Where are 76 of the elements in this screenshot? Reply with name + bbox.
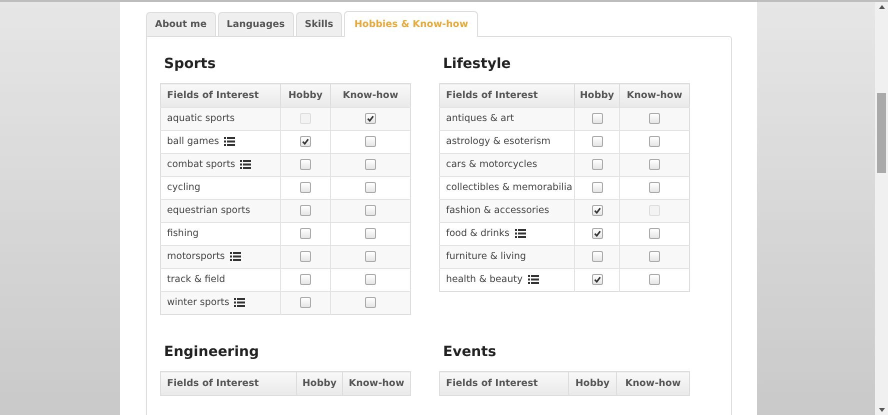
column-header: Know-how: [616, 372, 690, 396]
checkbox[interactable]: [365, 205, 376, 216]
checkbox[interactable]: [300, 274, 311, 286]
field-name: antiques & art: [446, 113, 514, 124]
checkbox[interactable]: [365, 182, 376, 194]
field-name: ball games: [167, 136, 220, 148]
column-header: Hobby: [280, 84, 330, 108]
checkbox[interactable]: [592, 274, 602, 286]
column-header: Fields of Interest: [440, 372, 568, 396]
field-name: furniture & living: [446, 251, 526, 262]
checkbox[interactable]: [300, 251, 311, 262]
scroll-thumb[interactable]: [877, 93, 886, 173]
checkbox[interactable]: [592, 228, 602, 240]
column-header: Fields of Interest: [440, 84, 574, 108]
field-name: fishing: [167, 228, 199, 240]
field-name: equestrian sports: [167, 205, 250, 216]
list-icon[interactable]: [230, 252, 241, 262]
column-header: Hobby: [296, 372, 342, 396]
checkbox[interactable]: [649, 136, 660, 148]
field-name: aquatic sports: [167, 113, 235, 124]
checkbox[interactable]: [592, 136, 602, 148]
field-name: health & beauty: [446, 274, 523, 286]
column-header: Fields of Interest: [160, 84, 280, 108]
checkbox[interactable]: [649, 113, 660, 124]
checkbox[interactable]: [300, 228, 311, 240]
list-icon[interactable]: [528, 275, 539, 284]
checkbox[interactable]: [365, 159, 376, 170]
checkbox[interactable]: [649, 274, 660, 286]
tab[interactable]: Skills: [296, 12, 342, 36]
checkbox[interactable]: [592, 182, 602, 194]
checkbox[interactable]: [365, 274, 376, 286]
tab[interactable]: Languages: [218, 12, 294, 36]
column-header: Know-how: [330, 84, 410, 108]
column-header: Know-how: [342, 372, 410, 396]
field-name: motorsports: [167, 251, 225, 262]
checkbox[interactable]: [649, 228, 660, 240]
column-header: Know-how: [620, 84, 690, 108]
field-name: winter sports: [167, 297, 230, 308]
list-icon[interactable]: [234, 298, 246, 308]
list-icon[interactable]: [224, 137, 236, 146]
checkbox[interactable]: [592, 205, 602, 216]
section-heading: Events: [443, 344, 498, 360]
checkbox[interactable]: [300, 159, 311, 170]
checkbox[interactable]: [592, 159, 602, 170]
checkbox[interactable]: [365, 113, 376, 124]
checkbox[interactable]: [365, 228, 376, 240]
scrollbar[interactable]: [875, 2, 888, 415]
field-name: fashion & accessories: [446, 205, 550, 216]
field-name: combat sports: [167, 159, 236, 170]
field-name: cars & motorcycles: [446, 159, 538, 170]
list-icon[interactable]: [514, 229, 526, 238]
field-name: track & field: [167, 274, 226, 286]
checkbox[interactable]: [365, 297, 376, 308]
section-heading: Engineering: [164, 344, 260, 360]
checkbox[interactable]: [649, 159, 660, 170]
field-name: cycling: [167, 182, 200, 194]
checkbox[interactable]: [300, 205, 311, 216]
field-name: astrology & esoterism: [446, 136, 550, 148]
section-heading: Sports: [164, 56, 217, 72]
checkbox[interactable]: [365, 251, 376, 262]
list-icon[interactable]: [240, 160, 252, 170]
checkbox[interactable]: [365, 136, 376, 148]
checkbox[interactable]: [300, 297, 311, 308]
column-header: Hobby: [568, 372, 616, 396]
checkbox[interactable]: [592, 251, 602, 262]
column-header: Fields of Interest: [160, 372, 296, 396]
checkbox[interactable]: [592, 113, 602, 124]
column-header: Hobby: [574, 84, 620, 108]
section-heading: Lifestyle: [443, 56, 512, 72]
checkbox[interactable]: [300, 136, 311, 148]
tab[interactable]: About me: [146, 12, 216, 36]
checkbox[interactable]: [649, 251, 660, 262]
field-name: food & drinks: [446, 228, 510, 240]
checkbox[interactable]: [649, 182, 660, 194]
field-name: collectibles & memorabilia: [446, 182, 572, 194]
checkbox[interactable]: [300, 182, 311, 194]
